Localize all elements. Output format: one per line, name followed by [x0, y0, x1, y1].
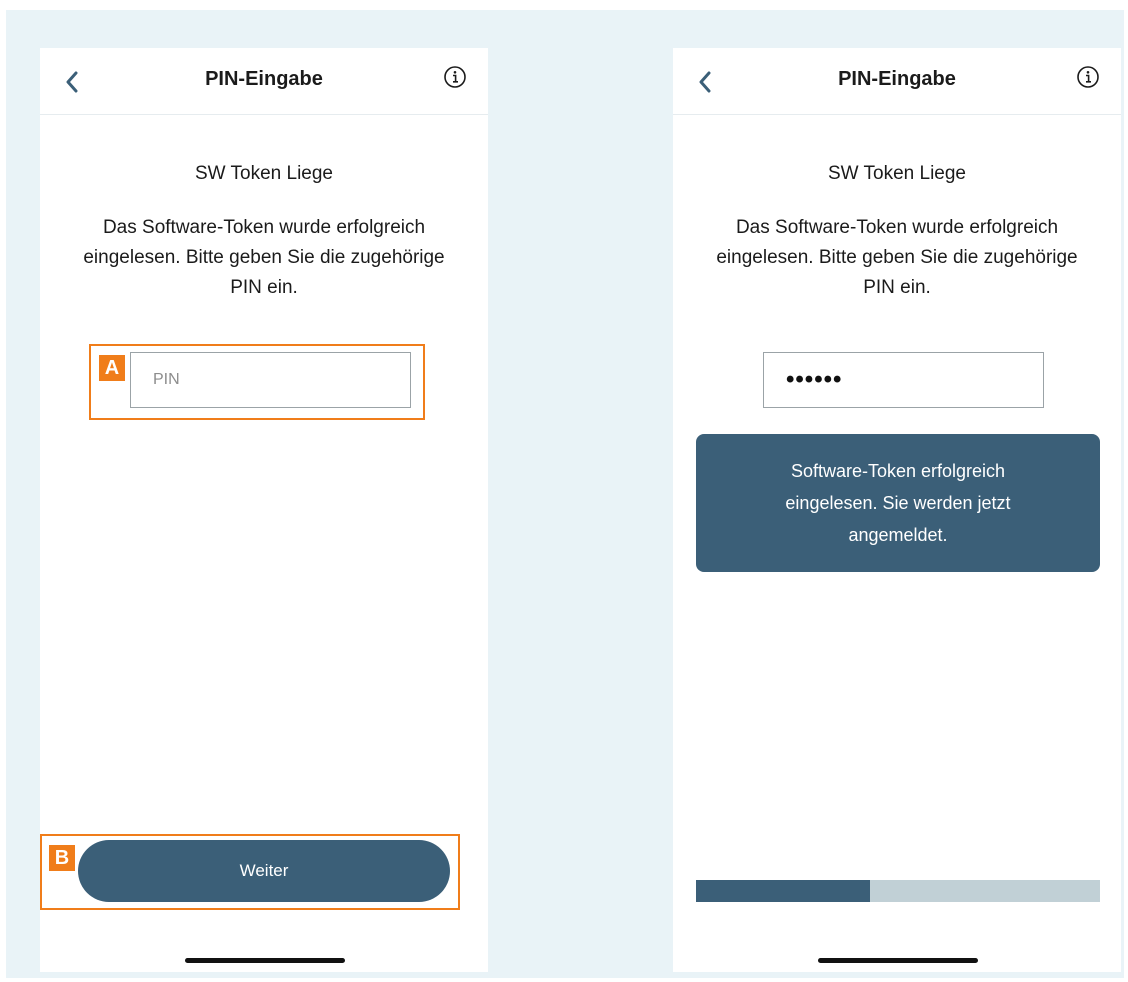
- progress-fill: [696, 880, 870, 902]
- info-icon[interactable]: [1075, 64, 1101, 90]
- info-icon[interactable]: [442, 64, 468, 90]
- toast-message: Software-Token erfolgreich eingelesen. S…: [785, 461, 1011, 545]
- home-indicator: [818, 958, 978, 963]
- progress-bar: [696, 880, 1100, 902]
- page-title: PIN-Eingabe: [838, 68, 956, 90]
- token-name: SW Token Liege: [827, 163, 966, 184]
- continue-button[interactable]: Weiter: [78, 840, 450, 902]
- pin-entry-screen: PIN-Eingabe SW Token Liege Das Software-…: [40, 48, 488, 972]
- instruction-text: Das Software-Token wurde erfolgreich ein…: [83, 217, 445, 298]
- page-title: PIN-Eingabe: [205, 68, 323, 90]
- nav-header: PIN-Eingabe: [673, 48, 1121, 115]
- instruction-text: Das Software-Token wurde erfolgreich ein…: [716, 217, 1078, 298]
- callout-b-label: B: [49, 845, 75, 871]
- callout-a-frame: [89, 344, 425, 420]
- success-toast: Software-Token erfolgreich eingelesen. S…: [696, 434, 1100, 572]
- token-name: SW Token Liege: [194, 163, 333, 184]
- screenshot-frame: PIN-Eingabe SW Token Liege Das Software-…: [6, 10, 1124, 978]
- pin-input[interactable]: ••••••: [763, 352, 1044, 408]
- home-indicator: [185, 958, 345, 963]
- callout-a-label: A: [99, 355, 125, 381]
- nav-header: PIN-Eingabe: [40, 48, 488, 115]
- pin-success-screen: PIN-Eingabe SW Token Liege Das Software-…: [673, 48, 1121, 972]
- pin-masked-value: ••••••: [786, 366, 843, 393]
